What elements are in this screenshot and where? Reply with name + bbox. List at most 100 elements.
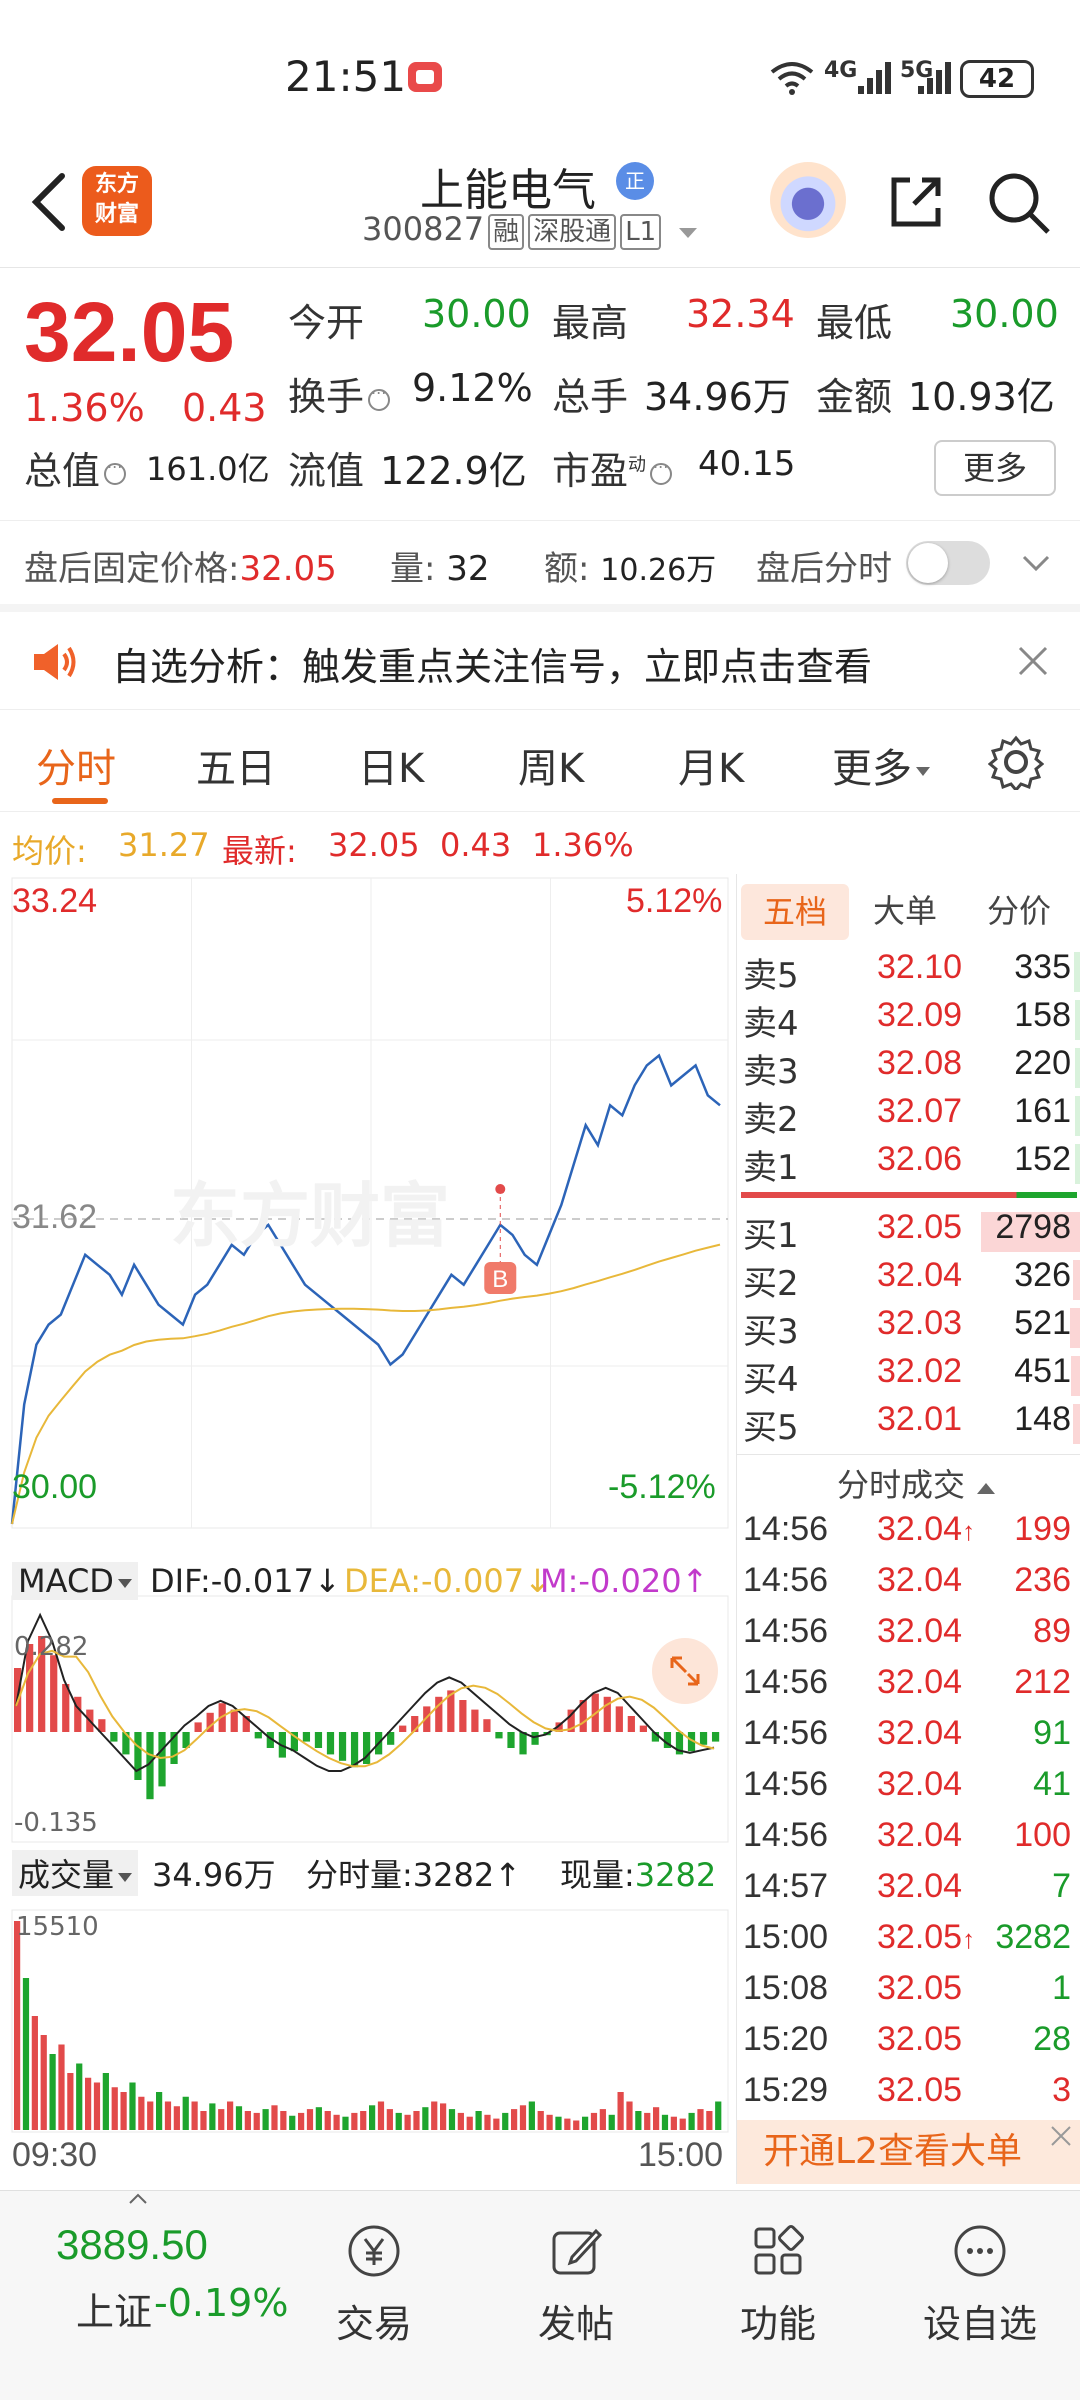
ask-row[interactable]: 卖2 32.07 161 xyxy=(737,1092,1080,1140)
volume-bar xyxy=(369,2105,376,2130)
bid-volume: 451 xyxy=(1014,1352,1071,1390)
tab-intraday[interactable]: 分时 xyxy=(36,736,116,794)
volume-bar xyxy=(386,2109,393,2130)
change-amount: 0.43 xyxy=(182,386,267,430)
latest-change-pct: 1.36% xyxy=(532,826,634,864)
back-arrow-icon[interactable] xyxy=(28,170,72,234)
volume-bar xyxy=(688,2112,695,2130)
open-value: 30.00 xyxy=(422,292,531,336)
y-axis-bottom-label: 30.00 xyxy=(12,1468,98,1506)
trade-price: 32.04↑ xyxy=(877,1510,976,1548)
chevron-down-icon[interactable] xyxy=(1022,553,1050,573)
ask-row[interactable]: 卖1 32.06 152 xyxy=(737,1140,1080,1188)
market-cap-value: 161.0亿 xyxy=(146,450,270,488)
stock-name[interactable]: 上能电气 xyxy=(420,154,596,218)
nav-add-watchlist[interactable]: 设自选 xyxy=(910,2221,1050,2348)
macd-selector[interactable]: MACD xyxy=(12,1562,138,1600)
nav-post[interactable]: 发帖 xyxy=(506,2221,646,2348)
robot-assistant-icon[interactable] xyxy=(770,162,846,238)
close-icon[interactable] xyxy=(1049,2124,1073,2148)
tab-more[interactable]: 更多 xyxy=(832,736,930,794)
time-start-label: 09:30 xyxy=(12,2136,98,2174)
expand-icon[interactable] xyxy=(652,1638,718,1704)
price-summary-line: 均价: 31.27 最新: 32.05 0.43 1.36% xyxy=(0,812,1080,872)
info-icon[interactable] xyxy=(104,453,127,485)
analysis-alert-bar[interactable]: 自选分析：触发重点关注信号，立即点击查看 xyxy=(0,604,1080,710)
quote-panel: 32.05 1.36% 0.43 今开 30.00 最高 32.34 最低 30… xyxy=(0,268,1080,508)
tab-price-distribution[interactable]: 分价 xyxy=(987,886,1051,932)
trade-price: 32.04 xyxy=(877,1714,963,1752)
edit-icon xyxy=(552,2228,603,2275)
search-icon[interactable] xyxy=(986,170,1052,236)
bid-row[interactable]: 买4 32.02 451 xyxy=(737,1352,1080,1400)
volume-bar xyxy=(519,2105,527,2130)
ask-row[interactable]: 卖4 32.09 158 xyxy=(737,996,1080,1044)
trades-title[interactable]: 分时成交 xyxy=(837,1460,997,1506)
tab-big-orders[interactable]: 大单 xyxy=(873,886,937,932)
buy-marker-label: B xyxy=(492,1266,508,1293)
bid-row[interactable]: 买5 32.01 148 xyxy=(737,1400,1080,1448)
tab-five-day[interactable]: 五日 xyxy=(196,736,276,794)
ask-volume: 158 xyxy=(1014,996,1071,1034)
ask-volume: 152 xyxy=(1014,1140,1071,1178)
ask-volume-bar xyxy=(1074,952,1080,992)
l2-upgrade-banner[interactable]: 开通L2查看大单 xyxy=(737,2120,1080,2184)
volume-bar xyxy=(564,2118,571,2130)
volume-selector[interactable]: 成交量 xyxy=(12,1850,139,1896)
volume-bar xyxy=(324,2111,331,2130)
more-dots-icon xyxy=(954,2225,1006,2277)
index-ticker[interactable]: 3889.50 上证 -0.19% xyxy=(30,2215,290,2365)
chart-canvas[interactable]: B xyxy=(0,874,740,2184)
trade-volume: 41 xyxy=(1033,1765,1071,1803)
collapse-up-icon[interactable] xyxy=(128,2193,148,2205)
tab-five-levels[interactable]: 五档 xyxy=(741,884,849,940)
signal-icon xyxy=(858,62,891,94)
ask-price: 32.09 xyxy=(877,996,963,1034)
tab-daily-k[interactable]: 日K xyxy=(358,736,424,794)
volume-bar xyxy=(129,2082,136,2130)
ask-row[interactable]: 卖5 32.10 335 xyxy=(737,948,1080,996)
volume-bar xyxy=(244,2111,251,2130)
turnover-value: 9.12% xyxy=(412,366,533,410)
ask-row[interactable]: 卖3 32.08 220 xyxy=(737,1044,1080,1092)
macd-bottom-label: -0.135 xyxy=(14,1808,98,1838)
volume-bar xyxy=(661,2114,669,2130)
volume-bar xyxy=(582,2116,589,2130)
more-button[interactable]: 更多 xyxy=(934,440,1056,496)
close-icon[interactable] xyxy=(1016,644,1050,678)
trade-volume: 100 xyxy=(1014,1816,1071,1854)
trade-row: 14:56 32.04 212 xyxy=(737,1663,1080,1713)
bid-row[interactable]: 买3 32.03 521 xyxy=(737,1304,1080,1352)
intraday-chart[interactable]: B 33.24 5.12% 31.62 30.00 -5.12% 东方财富 MA… xyxy=(0,874,740,2184)
trade-volume: 3282 xyxy=(995,1918,1071,1956)
active-tab-indicator xyxy=(52,798,108,804)
bid-row[interactable]: 买1 32.05 2798 xyxy=(737,1208,1080,1256)
ask-volume-bar xyxy=(1075,1096,1080,1136)
gear-icon[interactable] xyxy=(988,734,1044,790)
tab-monthly-k[interactable]: 月K xyxy=(678,736,744,794)
stock-code-line[interactable]: 300827 融深股通 L1 xyxy=(362,210,699,250)
tab-weekly-k[interactable]: 周K xyxy=(518,736,584,794)
y-axis-top-label: 33.24 xyxy=(12,882,98,920)
volume-bar xyxy=(608,2114,615,2130)
volume-bar xyxy=(262,2109,269,2130)
trade-volume: 91 xyxy=(1033,1714,1071,1752)
trade-row: 14:57 32.04 7 xyxy=(737,1867,1080,1917)
share-icon[interactable] xyxy=(884,170,948,234)
after-hours-toggle[interactable] xyxy=(906,541,990,585)
ask-price: 32.07 xyxy=(877,1092,963,1130)
volume-label: 总手 xyxy=(552,375,629,419)
info-icon[interactable] xyxy=(650,453,673,485)
info-icon[interactable] xyxy=(368,379,391,411)
trade-row: 15:00 32.05↑ 3282 xyxy=(737,1918,1080,1968)
volume-bar xyxy=(679,2118,686,2130)
volume-bar xyxy=(315,2107,322,2130)
macd-bar xyxy=(471,1709,479,1732)
trade-price: 32.04 xyxy=(877,1612,963,1650)
bid-row[interactable]: 买2 32.04 326 xyxy=(737,1256,1080,1304)
amount-value: 10.93亿 xyxy=(908,375,1055,419)
nav-trade[interactable]: 交易 xyxy=(304,2221,444,2348)
trade-row: 15:29 32.05 3 xyxy=(737,2071,1080,2121)
time-end-label: 15:00 xyxy=(638,2136,724,2174)
nav-functions[interactable]: 功能 xyxy=(708,2221,848,2348)
